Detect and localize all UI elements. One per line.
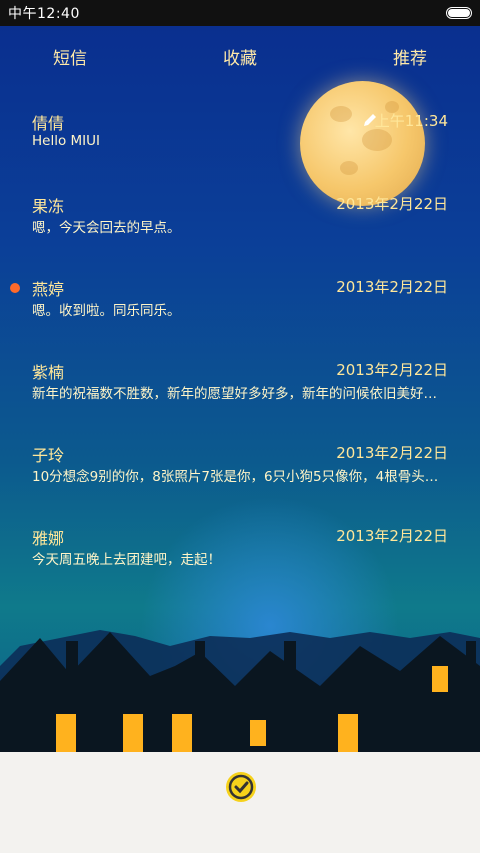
contact-name: 子玲: [32, 446, 65, 465]
message-date: 2013年2月22日: [336, 361, 448, 379]
top-tabs: 短信 收藏 推荐: [0, 26, 480, 86]
conversation-list: 倩倩 上午11:34 Hello MIUI 果冻 2013年2月22日 嗯，今天…: [0, 90, 480, 588]
unread-dot-icon: [10, 283, 20, 293]
battery-icon: [446, 7, 472, 19]
message-preview: 新年的祝福数不胜数，新年的愿望好多好多，新年的问候依旧美好…: [32, 386, 437, 402]
list-item[interactable]: 燕婷 2013年2月22日 嗯。收到啦。同乐同乐。: [0, 256, 480, 339]
list-item[interactable]: 雅娜 2013年2月22日 今天周五晚上去团建吧，走起！: [0, 505, 480, 588]
new-message-icon[interactable]: [223, 769, 259, 805]
contact-name: 燕婷: [32, 280, 65, 299]
contact-name: 倩倩: [32, 114, 65, 133]
status-bar: 中午12:40: [0, 0, 480, 26]
list-item[interactable]: 果冻 2013年2月22日 嗯，今天会回去的早点。: [0, 173, 480, 256]
contact-name: 紫楠: [32, 363, 65, 382]
message-date: 2013年2月22日: [336, 527, 448, 545]
tab-recommended[interactable]: 推荐: [340, 44, 480, 69]
tab-messages[interactable]: 短信: [0, 44, 140, 69]
message-preview: Hello MIUI: [32, 133, 101, 149]
message-preview: 嗯。收到啦。同乐同乐。: [32, 303, 181, 319]
message-preview: 今天周五晚上去团建吧，走起！: [32, 552, 221, 568]
contact-name: 果冻: [32, 197, 65, 216]
message-preview: 嗯，今天会回去的早点。: [32, 220, 181, 236]
list-item[interactable]: 倩倩 上午11:34 Hello MIUI: [0, 90, 480, 173]
tab-favorites[interactable]: 收藏: [140, 44, 340, 69]
status-time: 中午12:40: [8, 6, 80, 22]
message-date: 2013年2月22日: [336, 195, 448, 213]
message-date: 上午11:34: [374, 112, 448, 130]
contact-name: 雅娜: [32, 529, 65, 548]
list-item[interactable]: 紫楠 2013年2月22日 新年的祝福数不胜数，新年的愿望好多好多，新年的问候依…: [0, 339, 480, 422]
message-date: 2013年2月22日: [336, 278, 448, 296]
bottom-bar: [0, 752, 480, 853]
message-date: 2013年2月22日: [336, 444, 448, 462]
list-item[interactable]: 子玲 2013年2月22日 10分想念9别的你，8张照片7张是你，6只小狗5只像…: [0, 422, 480, 505]
message-preview: 10分想念9别的你，8张照片7张是你，6只小狗5只像你，4根骨头…: [32, 469, 439, 485]
